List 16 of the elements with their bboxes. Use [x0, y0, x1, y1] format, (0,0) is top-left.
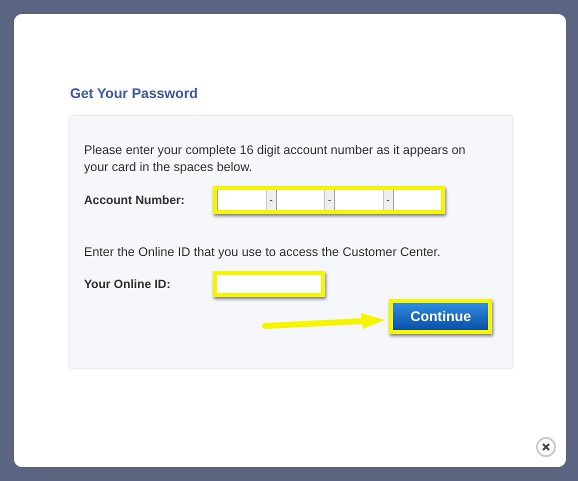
close-button[interactable] [536, 437, 556, 457]
separator-dash: - [324, 190, 334, 210]
close-icon [542, 443, 550, 451]
account-number-label: Account Number: [84, 192, 186, 209]
account-segment-field[interactable] [217, 190, 266, 210]
dialog-title: Get Your Password [70, 86, 199, 100]
account-segment-field[interactable] [276, 190, 324, 210]
separator-dash: - [266, 190, 276, 210]
account-segment-field[interactable] [392, 190, 441, 210]
separator-dash: - [382, 190, 392, 210]
online-id-label: Your Online ID: [84, 276, 172, 293]
online-id-field[interactable] [213, 271, 325, 297]
online-id-instructions: Enter the Online ID that you use to access the Customer Center. [84, 244, 442, 261]
account-instructions: Please enter your complete 16 digit account number as it appears on your card in the spaces below. [84, 142, 466, 176]
account-segment-field[interactable] [334, 190, 382, 210]
continue-button[interactable]: Continue [389, 299, 492, 334]
